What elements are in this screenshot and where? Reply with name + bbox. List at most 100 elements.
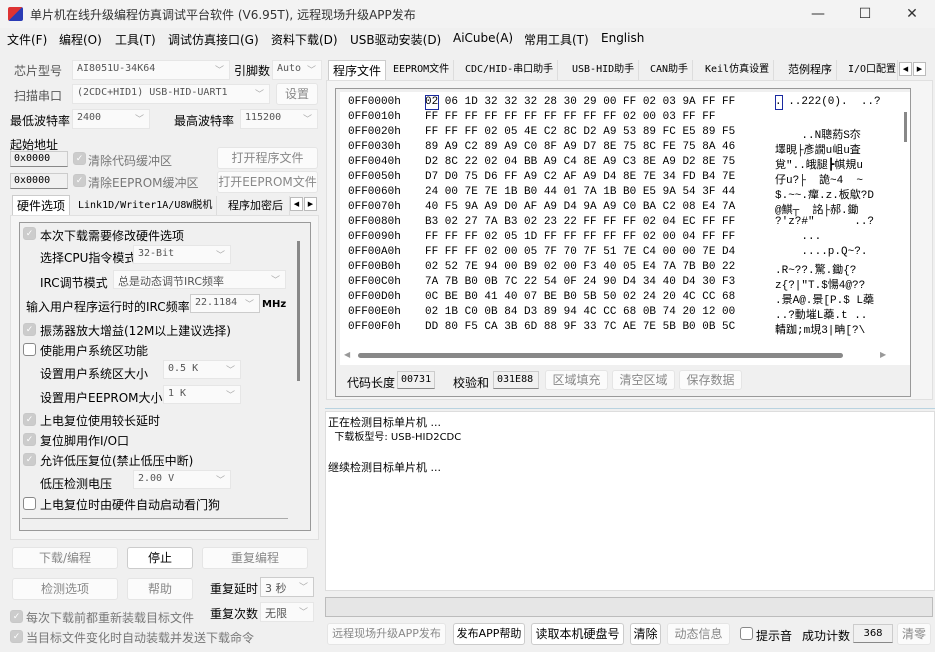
- lvd-voltage-select[interactable]: 2.00 V ﹀: [133, 470, 231, 489]
- save-data-button[interactable]: 保存数据: [679, 370, 742, 390]
- repeat-program-button[interactable]: 重复编程: [202, 547, 308, 569]
- vertical-scrollbar[interactable]: [297, 241, 300, 381]
- clear-code-buffer-label: 清除代码缓冲区: [88, 154, 173, 168]
- read-disk-id-button[interactable]: 读取本机硬盘号: [531, 623, 624, 645]
- tab-scroll-right-icon[interactable]: ▶: [913, 62, 926, 76]
- fill-area-button[interactable]: 区域填充: [545, 370, 608, 390]
- max-baud-select[interactable]: 115200 ﹀: [240, 109, 318, 129]
- menu-tools[interactable]: 工具(T): [115, 31, 156, 48]
- reset-io-checkbox[interactable]: ✓: [23, 433, 36, 446]
- hex-bytes: FF FF FF 02 00 05 7F 70 7F 51 7E C4 00 0…: [425, 246, 736, 258]
- log-output[interactable]: 正在检测目标单片机 ... 下载板型号: USB-HID2CDC 继续检测目标单…: [325, 411, 935, 591]
- menu-aicube[interactable]: AiCube(A): [453, 31, 513, 45]
- scan-port-label[interactable]: 扫描串口: [14, 87, 62, 104]
- user-eeprom-size-select[interactable]: 1 K ﹀: [163, 385, 241, 404]
- tab-scroll-left-icon[interactable]: ◀: [290, 197, 303, 211]
- tab-scroll-left-icon[interactable]: ◀: [899, 62, 912, 76]
- hex-bytes: 89 A9 C2 89 A9 C0 8F A9 D7 8E 75 8C FE 7…: [425, 141, 736, 153]
- tab-usb-hid[interactable]: USB-HID助手: [568, 60, 640, 80]
- low-voltage-reset-label: 允许低压复位(禁止低压中断): [40, 454, 194, 468]
- low-voltage-reset-checkbox[interactable]: ✓: [23, 453, 36, 466]
- tab-encryption[interactable]: 程序加密后: [224, 196, 290, 216]
- menu-debug[interactable]: 调试仿真接口(G): [168, 31, 259, 48]
- osc-gain-checkbox[interactable]: ✓: [23, 323, 36, 336]
- irc-mode-select[interactable]: 总是动态调节IRC频率 ﹀: [113, 270, 286, 289]
- beep-checkbox[interactable]: [740, 627, 753, 640]
- maximize-button[interactable]: ☐: [842, 0, 888, 28]
- tab-eeprom-file[interactable]: EEPROM文件: [389, 60, 455, 80]
- reload-file-checkbox[interactable]: ✓: [10, 610, 23, 623]
- chevron-down-icon: ﹀: [214, 66, 224, 76]
- tab-io-config[interactable]: I/O口配置: [844, 60, 898, 80]
- modify-hw-options-label: 本次下载需要修改硬件选项: [40, 229, 185, 243]
- download-program-button[interactable]: 下载/编程: [12, 547, 118, 569]
- tab-offline-programmer[interactable]: Link1D/Writer1A/U8W脱机: [74, 196, 218, 216]
- tab-cdc-hid-serial[interactable]: CDC/HID-串口助手: [461, 60, 559, 80]
- publish-help-button[interactable]: 发布APP帮助: [453, 623, 525, 645]
- tab-can[interactable]: CAN助手: [646, 60, 694, 80]
- hex-vertical-scrollbar[interactable]: [898, 92, 910, 347]
- help-button[interactable]: 帮助: [127, 578, 193, 600]
- stop-button[interactable]: 停止: [127, 547, 193, 569]
- cpu-mode-select[interactable]: 32-Bit ﹀: [133, 245, 231, 264]
- watchdog-label: 上电复位时由硬件自动启动看门狗: [40, 498, 221, 512]
- modify-hw-options-checkbox[interactable]: ✓: [23, 227, 36, 240]
- clear-eeprom-buffer-checkbox[interactable]: ✓: [73, 174, 86, 187]
- repeat-count-value: 无限: [265, 607, 287, 620]
- tab-examples[interactable]: 范例程序: [784, 60, 837, 80]
- hex-ascii: @鯕┬ 詺├郝.鋤: [775, 205, 859, 217]
- chevron-down-icon: ﹀: [302, 115, 312, 125]
- repeat-count-select[interactable]: 无限 ﹀: [260, 602, 314, 622]
- hex-address: 0FF0030h: [348, 141, 401, 153]
- settings-button[interactable]: 设置: [276, 83, 318, 105]
- hex-viewer[interactable]: 0FF0000h 02 06 1D 32 32 32 28 30 29 00 FF…: [340, 92, 898, 347]
- open-eeprom-file-button[interactable]: 打开EEPROM文件: [217, 171, 318, 193]
- detect-options-button[interactable]: 检测选项: [12, 578, 118, 600]
- scrollbar-thumb[interactable]: [358, 353, 843, 358]
- clear-log-button[interactable]: 清除: [630, 623, 661, 645]
- auto-send-checkbox[interactable]: ✓: [10, 630, 23, 643]
- scroll-right-icon[interactable]: ▶: [880, 350, 886, 359]
- open-program-file-button[interactable]: 打开程序文件: [217, 147, 318, 169]
- minimize-button[interactable]: —: [795, 0, 841, 28]
- user-system-area-checkbox[interactable]: [23, 343, 36, 356]
- code-start-address-input[interactable]: 0x0000: [10, 151, 68, 167]
- watchdog-checkbox[interactable]: [23, 497, 36, 510]
- user-sys-size-select[interactable]: 0.5 K ﹀: [163, 360, 241, 379]
- tab-keil-sim[interactable]: Keil仿真设置: [701, 60, 775, 80]
- reset-count-button[interactable]: 清零: [897, 623, 931, 645]
- pins-select[interactable]: Auto ﹀: [272, 60, 322, 80]
- clear-code-buffer-checkbox[interactable]: ✓: [73, 152, 86, 165]
- repeat-delay-select[interactable]: 3 秒 ﹀: [260, 577, 314, 597]
- reset-io-label: 复位脚用作I/O口: [40, 434, 130, 448]
- scrollbar-thumb[interactable]: [904, 112, 907, 142]
- scroll-left-icon[interactable]: ◀: [344, 350, 350, 359]
- menu-downloads[interactable]: 资料下载(D): [271, 31, 338, 48]
- hex-address: 0FF0080h: [348, 216, 401, 228]
- tab-program-file[interactable]: 程序文件: [328, 60, 387, 80]
- hex-address: 0FF00A0h: [348, 246, 401, 258]
- close-button[interactable]: ✕: [889, 0, 935, 28]
- splitter[interactable]: [325, 408, 935, 409]
- eeprom-start-address-input[interactable]: 0x0000: [10, 173, 68, 189]
- tab-scroll-right-icon[interactable]: ▶: [304, 197, 317, 211]
- chevron-down-icon: ﹀: [215, 476, 225, 486]
- publish-app-button[interactable]: 远程现场升级APP发布: [327, 623, 446, 645]
- menu-file[interactable]: 文件(F): [7, 31, 47, 48]
- port-select[interactable]: (2CDC+HID1) USB-HID-UART1 ﹀: [72, 84, 270, 104]
- hex-ascii: .R~??.驚.鋤{?: [775, 265, 857, 277]
- tab-hardware-options[interactable]: 硬件选项: [12, 195, 71, 215]
- hex-address: 0FF0070h: [348, 201, 401, 213]
- menu-program[interactable]: 编程(O): [59, 31, 102, 48]
- dynamic-info-button[interactable]: 动态信息: [667, 623, 730, 645]
- menu-usb-driver[interactable]: USB驱动安装(D): [350, 31, 441, 48]
- menu-english[interactable]: English: [601, 31, 644, 45]
- min-baud-select[interactable]: 2400 ﹀: [72, 109, 150, 129]
- irc-frequency-input[interactable]: 22.1184 ﹀: [190, 294, 260, 313]
- hex-ascii: ?'z?#" ..?: [775, 216, 875, 228]
- hex-horizontal-scrollbar[interactable]: ◀ ▶: [340, 347, 910, 365]
- clear-area-button[interactable]: 清空区域: [612, 370, 675, 390]
- chip-type-select[interactable]: AI8051U-34K64 ﹀: [72, 60, 230, 80]
- long-delay-checkbox[interactable]: ✓: [23, 413, 36, 426]
- menu-common-tools[interactable]: 常用工具(T): [524, 31, 589, 48]
